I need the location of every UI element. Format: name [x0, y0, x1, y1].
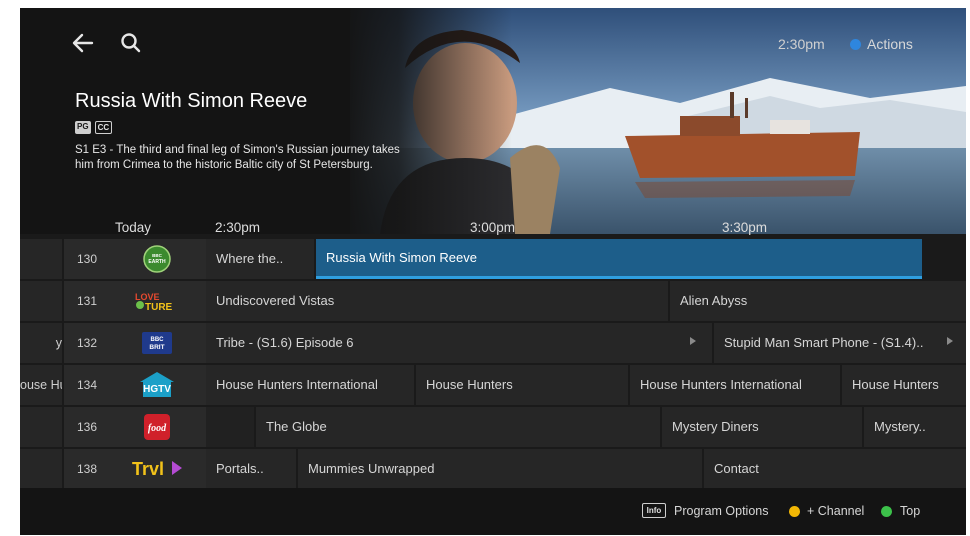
- channel-row: 130 BBC EARTH Where the.. Russia With Si…: [20, 239, 966, 279]
- svg-text:Trvl: Trvl: [132, 459, 164, 479]
- program-cell[interactable]: Portals..: [206, 449, 296, 489]
- program-cell[interactable]: House Hunters International: [630, 365, 840, 405]
- tv-guide-screen: 2:30pm Actions Russia With Simon Reeve P…: [20, 8, 966, 535]
- cc-badge: CC: [94, 121, 113, 134]
- program-cell[interactable]: Alien Abyss: [670, 281, 966, 321]
- program-cell[interactable]: The Globe: [256, 407, 660, 447]
- svg-text:LOVE: LOVE: [135, 292, 160, 302]
- green-button-icon: [881, 506, 892, 517]
- svg-text:HGTV: HGTV: [143, 384, 171, 395]
- bbc-earth-logo: BBC EARTH: [108, 239, 206, 279]
- program-cell[interactable]: House Hunters: [416, 365, 628, 405]
- info-key-icon: Info: [642, 503, 666, 518]
- yellow-button-icon: [789, 506, 800, 517]
- channel-number: 132: [64, 323, 108, 363]
- program-cell[interactable]: Mummies Unwrapped: [298, 449, 702, 489]
- channel-number: 131: [64, 281, 108, 321]
- program-cell[interactable]: Mystery Diners: [662, 407, 862, 447]
- previous-program[interactable]: ouse Hu: [20, 365, 62, 405]
- program-cell-empty[interactable]: [206, 407, 254, 447]
- program-cell[interactable]: House Hunters: [842, 365, 966, 405]
- program-cell[interactable]: House Hunters International: [206, 365, 414, 405]
- program-cell[interactable]: Where the..: [206, 239, 314, 279]
- pg-rating-badge: PG: [75, 121, 91, 134]
- actions-button[interactable]: Actions: [867, 36, 913, 52]
- time-today: Today: [115, 220, 152, 235]
- continues-arrow-icon: [947, 337, 953, 345]
- clock: 2:30pm: [778, 36, 825, 52]
- search-icon[interactable]: [118, 30, 144, 56]
- back-arrow-icon[interactable]: [70, 30, 96, 56]
- love-nature-logo: LOVE TURE: [108, 281, 206, 321]
- channel-row: 136 food The Globe Mystery Diners Myster…: [20, 407, 966, 447]
- previous-program[interactable]: [20, 407, 62, 447]
- travel-channel-logo: Trvl: [108, 449, 206, 489]
- previous-program[interactable]: [20, 239, 62, 279]
- previous-program[interactable]: y: [20, 323, 62, 363]
- previous-program[interactable]: [20, 281, 62, 321]
- hgtv-logo: HGTV: [108, 365, 206, 405]
- svg-text:TURE: TURE: [145, 302, 173, 313]
- time-slot-300: 3:00pm: [470, 220, 516, 235]
- program-cell[interactable]: Stupid Man Smart Phone - (S1.4)..: [714, 323, 966, 363]
- continues-arrow-icon: [690, 337, 696, 345]
- svg-text:food: food: [148, 423, 167, 434]
- program-options-button[interactable]: Program Options: [674, 504, 768, 518]
- svg-text:BBC: BBC: [152, 253, 162, 258]
- channel-number: 134: [64, 365, 108, 405]
- add-channel-button[interactable]: + Channel: [807, 504, 864, 518]
- footer-bar: Info Program Options + Channel Top: [20, 488, 966, 535]
- channel-number: 138: [64, 449, 108, 489]
- previous-program[interactable]: [20, 449, 62, 489]
- program-cell[interactable]: Mystery..: [864, 407, 966, 447]
- svg-text:BRIT: BRIT: [149, 344, 164, 351]
- svg-text:EARTH: EARTH: [148, 259, 166, 265]
- hero-banner: 2:30pm Actions Russia With Simon Reeve P…: [20, 8, 966, 234]
- food-network-logo: food: [108, 407, 206, 447]
- svg-text:BBC: BBC: [151, 337, 165, 343]
- program-cell[interactable]: Undiscovered Vistas: [206, 281, 668, 321]
- channel-row: 131 LOVE TURE Undiscovered Vistas Alien …: [20, 281, 966, 321]
- program-grid: 130 BBC EARTH Where the.. Russia With Si…: [20, 236, 966, 489]
- bbc-brit-logo: BBC BRIT: [108, 323, 206, 363]
- time-slot-330: 3:30pm: [722, 220, 768, 235]
- channel-number: 136: [64, 407, 108, 447]
- rating-badges: PG CC: [75, 121, 113, 134]
- channel-number: 130: [64, 239, 108, 279]
- episode-description: S1 E3 - The third and final leg of Simon…: [75, 144, 400, 171]
- channel-row: 138 Trvl Portals.. Mummies Unwrapped Con…: [20, 449, 966, 489]
- time-bar: Today 2:30pm 3:00pm 3:30pm: [20, 216, 966, 236]
- time-slot-230: 2:30pm: [215, 220, 261, 235]
- top-button[interactable]: Top: [900, 504, 920, 518]
- program-cell-focused[interactable]: Russia With Simon Reeve: [316, 239, 922, 279]
- program-cell[interactable]: Contact: [704, 449, 966, 489]
- channel-row: y 132 BBC BRIT Tribe - (S1.6) Episode 6 …: [20, 323, 966, 363]
- show-title: Russia With Simon Reeve: [75, 90, 308, 112]
- channel-row: ouse Hu 134 HGTV House Hunters Internati…: [20, 365, 966, 405]
- blue-button-icon: [850, 39, 861, 50]
- program-cell[interactable]: Tribe - (S1.6) Episode 6: [206, 323, 712, 363]
